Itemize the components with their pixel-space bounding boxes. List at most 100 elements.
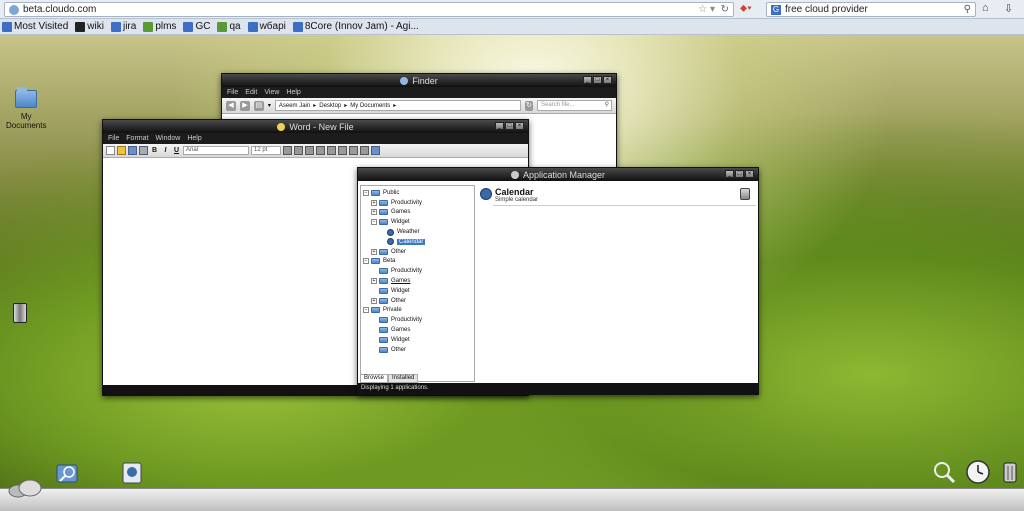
search-dock-icon[interactable]: [932, 460, 956, 484]
tree-item[interactable]: Productivity: [363, 266, 472, 276]
tree-item[interactable]: + Other: [363, 296, 472, 306]
maximize-button[interactable]: □: [735, 170, 744, 178]
cloud-logo-icon[interactable]: [6, 478, 44, 498]
minimize-button[interactable]: _: [583, 76, 592, 84]
view-icon[interactable]: ▤: [253, 100, 264, 111]
reload-icon[interactable]: ↻: [721, 4, 729, 15]
tree-item[interactable]: + Games: [363, 208, 472, 218]
outdent-icon[interactable]: [360, 146, 369, 155]
trash-icon[interactable]: [13, 303, 27, 323]
finder-dock-icon[interactable]: [56, 462, 78, 484]
bookmark-item[interactable]: qa: [217, 21, 241, 32]
window-titlebar[interactable]: Application Manager _ □ ×: [358, 168, 758, 181]
tree-item[interactable]: Calendar: [363, 237, 472, 247]
breadcrumb-item[interactable]: Desktop: [319, 103, 341, 109]
tree-item[interactable]: Weather: [363, 227, 472, 237]
breadcrumb-item[interactable]: My Documents: [350, 103, 390, 109]
maximize-button[interactable]: □: [593, 76, 602, 84]
search-engine-icon[interactable]: G: [771, 4, 781, 15]
clock-icon[interactable]: [965, 459, 991, 485]
tree-item[interactable]: Widget: [363, 335, 472, 345]
bookmark-item[interactable]: plms: [143, 21, 176, 32]
download-icon[interactable]: ⇩: [1004, 2, 1013, 15]
bookmark-item[interactable]: wiki: [75, 21, 104, 32]
align-left-icon[interactable]: [283, 146, 292, 155]
app-manager-dock-icon[interactable]: [122, 462, 142, 484]
bookmark-item[interactable]: 8Core (Innov Jam) - Agi...: [292, 21, 419, 32]
back-icon[interactable]: ◀: [226, 100, 236, 111]
tree-item[interactable]: Games: [363, 325, 472, 335]
expand-icon[interactable]: +: [371, 297, 377, 304]
close-button[interactable]: ×: [515, 122, 524, 130]
save-icon[interactable]: [128, 146, 137, 155]
collapse-icon[interactable]: −: [363, 189, 369, 196]
font-size-select[interactable]: 12 pt: [251, 146, 281, 155]
tree-item[interactable]: − Beta: [363, 257, 472, 267]
close-button[interactable]: ×: [603, 76, 612, 84]
tree-item[interactable]: + Games: [363, 276, 472, 286]
collapse-icon[interactable]: −: [371, 219, 377, 226]
finder-search-input[interactable]: Search file... ⚲: [537, 100, 613, 111]
view-dropdown-icon[interactable]: ▾: [268, 102, 271, 109]
numbered-list-icon[interactable]: [338, 146, 347, 155]
install-icon[interactable]: [740, 188, 750, 200]
print-icon[interactable]: [139, 146, 148, 155]
align-right-icon[interactable]: [305, 146, 314, 155]
home-icon[interactable]: ⌂: [982, 2, 989, 14]
menu-file[interactable]: File: [108, 135, 119, 142]
menu-window[interactable]: Window: [155, 135, 180, 142]
expand-icon[interactable]: +: [371, 209, 377, 216]
align-center-icon[interactable]: [294, 146, 303, 155]
expand-icon[interactable]: +: [371, 278, 377, 285]
tree-item[interactable]: + Productivity: [363, 198, 472, 208]
extension-icon[interactable]: ⬥▾: [740, 3, 762, 16]
font-select[interactable]: Arial: [183, 146, 249, 155]
star-icon[interactable]: ☆ ▾: [698, 4, 715, 15]
new-file-icon[interactable]: [106, 146, 115, 155]
menu-edit[interactable]: Edit: [245, 89, 257, 96]
bookmark-item[interactable]: GC: [183, 21, 210, 32]
expand-icon[interactable]: +: [371, 248, 377, 255]
url-bar[interactable]: beta.cloudo.com ☆ ▾ ↻: [4, 2, 734, 17]
underline-button[interactable]: U: [172, 146, 181, 155]
image-icon[interactable]: [371, 146, 380, 155]
indent-icon[interactable]: [349, 146, 358, 155]
tree-item[interactable]: Other: [363, 345, 472, 355]
refresh-icon[interactable]: ↻: [524, 100, 534, 111]
bullet-list-icon[interactable]: [327, 146, 336, 155]
close-button[interactable]: ×: [745, 170, 754, 178]
justify-icon[interactable]: [316, 146, 325, 155]
tree-item[interactable]: Widget: [363, 286, 472, 296]
menu-view[interactable]: View: [264, 89, 279, 96]
search-icon[interactable]: ⚲: [964, 4, 971, 15]
menu-help[interactable]: Help: [187, 135, 201, 142]
italic-button[interactable]: I: [161, 146, 170, 155]
trash-dock-icon[interactable]: [1001, 460, 1019, 484]
minimize-button[interactable]: _: [495, 122, 504, 130]
bold-button[interactable]: B: [150, 146, 159, 155]
tree-item[interactable]: Productivity: [363, 315, 472, 325]
expand-icon[interactable]: +: [371, 199, 377, 206]
maximize-button[interactable]: □: [505, 122, 514, 130]
bookmark-item[interactable]: jira: [110, 21, 136, 32]
menu-help[interactable]: Help: [286, 89, 300, 96]
window-titlebar[interactable]: Finder _ □ ×: [222, 74, 616, 87]
search-icon[interactable]: ⚲: [605, 101, 609, 110]
collapse-icon[interactable]: −: [363, 258, 369, 265]
collapse-icon[interactable]: −: [363, 307, 369, 314]
menu-format[interactable]: Format: [126, 135, 148, 142]
tree-item[interactable]: − Public: [363, 188, 472, 198]
breadcrumb-item[interactable]: Aseem Jain: [279, 103, 310, 109]
tree-item[interactable]: + Other: [363, 247, 472, 257]
tab-browse[interactable]: Browse: [360, 374, 389, 383]
open-folder-icon[interactable]: [117, 146, 126, 155]
tree-item[interactable]: − Widget: [363, 217, 472, 227]
search-bar[interactable]: G free cloud provider ⚲: [766, 2, 976, 17]
tree-item[interactable]: − Private: [363, 306, 472, 316]
desktop-icon-my-documents[interactable]: My Documents: [6, 87, 46, 130]
forward-icon[interactable]: ▶: [239, 100, 250, 111]
bookmark-item[interactable]: wбapi: [247, 21, 286, 32]
minimize-button[interactable]: _: [725, 170, 734, 178]
tab-installed[interactable]: Installed: [388, 374, 419, 383]
menu-file[interactable]: File: [227, 89, 238, 96]
